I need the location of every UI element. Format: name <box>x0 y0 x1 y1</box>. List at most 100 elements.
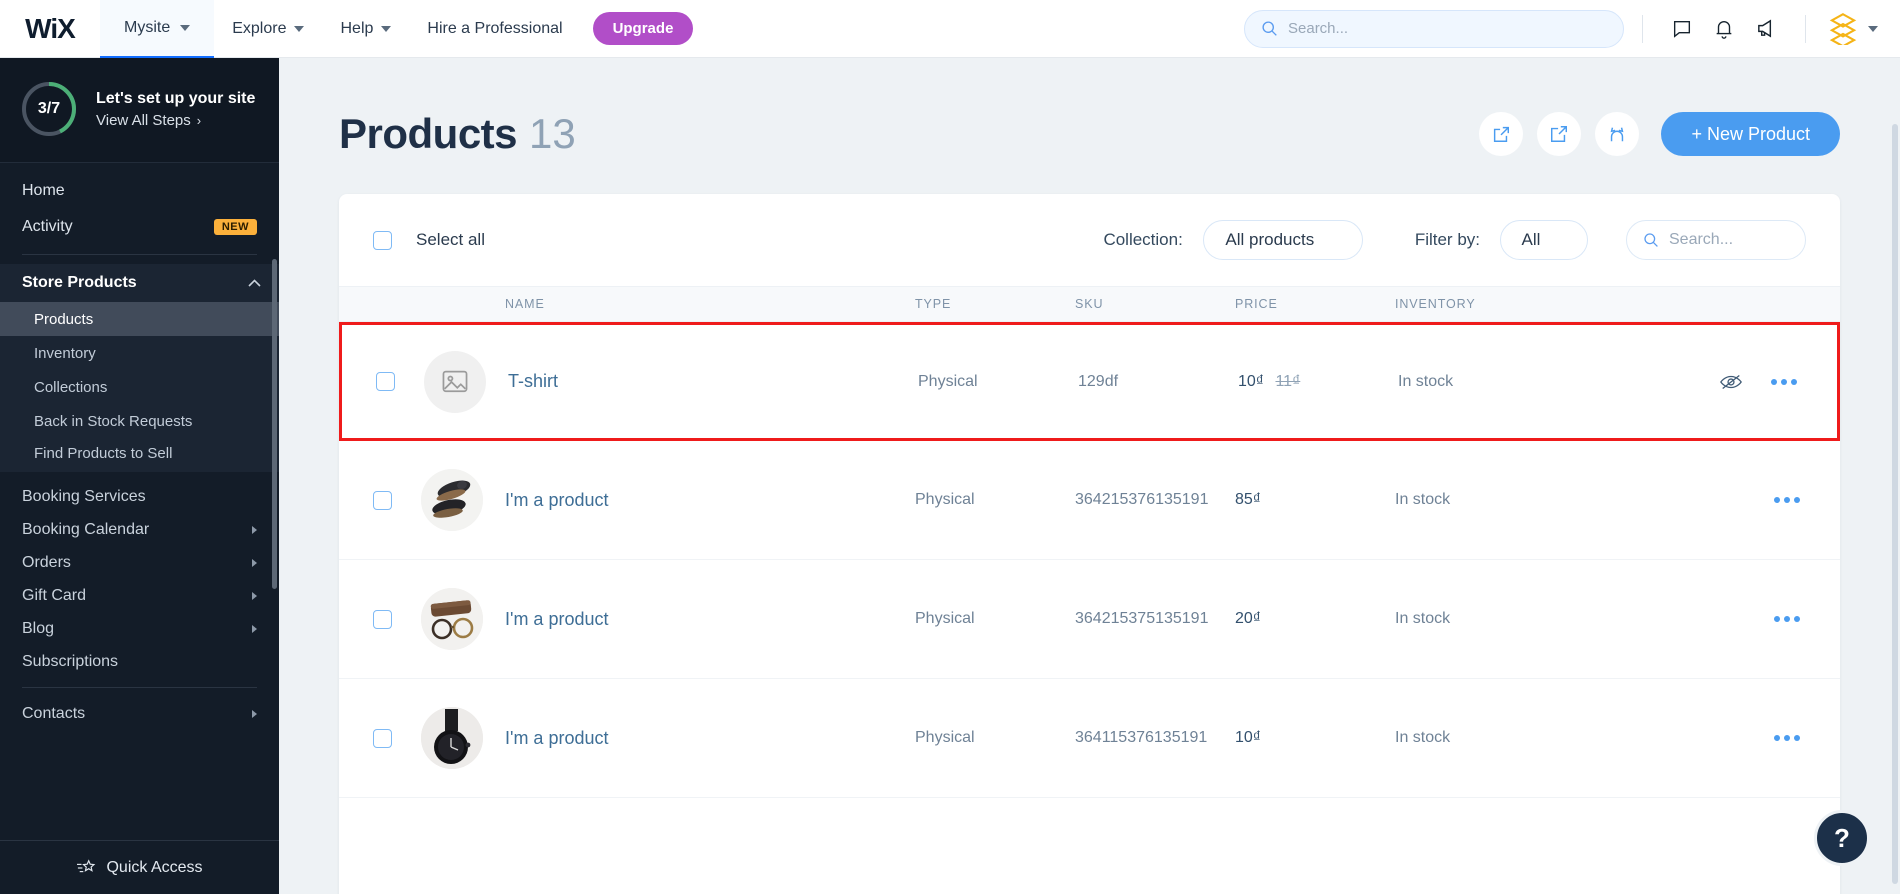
chevron-right-icon: › <box>197 113 201 128</box>
main-content: Products 13 + New Product Select all C <box>279 58 1900 894</box>
row-checkbox[interactable] <box>373 610 392 629</box>
chevron-down-icon <box>180 25 190 31</box>
table-row[interactable]: T-shirt Physical 129df 10₫ 11₫ In stock <box>339 322 1840 441</box>
product-type: Physical <box>915 729 1075 747</box>
upgrade-button[interactable]: Upgrade <box>593 12 694 45</box>
row-checkbox-cell <box>339 491 421 510</box>
nav-help-label: Help <box>340 20 373 38</box>
filter-by-dropdown[interactable]: All <box>1500 220 1588 260</box>
sidebar-item-collections[interactable]: Collections <box>0 370 279 404</box>
sidebar-item-products[interactable]: Products <box>0 302 279 336</box>
product-name[interactable]: I'm a product <box>505 728 915 749</box>
top-header: WiX Mysite Explore Help Hire a Professio… <box>0 0 1900 58</box>
row-checkbox[interactable] <box>373 491 392 510</box>
product-name[interactable]: I'm a product <box>505 609 915 630</box>
sidebar-item-gift-card[interactable]: Gift Card <box>0 579 279 612</box>
sidebar-group-header[interactable]: Store Products <box>0 264 279 302</box>
page-title: Products <box>339 110 517 158</box>
product-thumbnail[interactable] <box>424 351 486 413</box>
row-more-actions-button[interactable] <box>1774 497 1800 503</box>
sidebar-item-back-in-stock-requests[interactable]: Back in Stock Requests <box>0 404 279 438</box>
chat-icon[interactable] <box>1661 8 1703 50</box>
product-name[interactable]: T-shirt <box>508 371 918 392</box>
sidebar-item-booking-services[interactable]: Booking Services <box>0 480 279 513</box>
collection-filter-value: All products <box>1225 230 1314 250</box>
view-all-steps-link[interactable]: View All Steps › <box>96 112 255 129</box>
sidebar-item-find-products-to-sell[interactable]: Find Products to Sell <box>0 438 279 472</box>
sidebar-item-home[interactable]: Home <box>0 173 279 209</box>
product-thumbnail[interactable] <box>421 588 483 650</box>
products-card: Select all Collection: All products Filt… <box>339 194 1840 894</box>
sidebar-item-inventory[interactable]: Inventory <box>0 336 279 370</box>
column-header-sku: SKU <box>1075 297 1235 311</box>
hidden-product-icon[interactable] <box>1719 372 1743 392</box>
sidebar-item-contacts[interactable]: Contacts <box>0 697 279 730</box>
setup-progress-text: 3/7 <box>18 78 80 140</box>
chevron-right-icon <box>252 710 257 718</box>
nav-explore-label: Explore <box>232 20 286 38</box>
row-checkbox[interactable] <box>376 372 395 391</box>
chevron-up-icon <box>248 279 261 288</box>
row-thumbnail-cell <box>421 588 505 650</box>
help-button[interactable]: ? <box>1814 810 1870 866</box>
row-more-actions-button[interactable] <box>1771 379 1797 385</box>
nav-help[interactable]: Help <box>322 0 409 58</box>
row-checkbox[interactable] <box>373 729 392 748</box>
row-more-actions-button[interactable] <box>1774 735 1800 741</box>
page-header: Products 13 + New Product <box>279 58 1900 158</box>
sidebar-nav: Home Activity NEW Store Products Product… <box>0 163 279 840</box>
row-more-actions-button[interactable] <box>1774 616 1800 622</box>
product-price-original: 11₫ <box>1275 373 1300 390</box>
quick-access-button[interactable]: Quick Access <box>0 840 279 894</box>
row-checkbox-cell <box>342 372 424 391</box>
page-scrollbar[interactable] <box>1892 124 1898 884</box>
sidebar-item-booking-calendar[interactable]: Booking Calendar <box>0 513 279 546</box>
site-selector[interactable]: Mysite <box>100 0 214 58</box>
bell-icon[interactable] <box>1703 8 1745 50</box>
product-price: 20₫ <box>1235 610 1261 627</box>
page-product-count: 13 <box>529 110 576 158</box>
sidebar-item-subscriptions[interactable]: Subscriptions <box>0 645 279 678</box>
select-all-checkbox[interactable] <box>373 231 392 250</box>
global-search-input[interactable]: Search... <box>1244 10 1624 48</box>
select-all-label: Select all <box>416 230 485 250</box>
setup-progress-ring: 3/7 <box>18 78 80 140</box>
sidebar-item-activity[interactable]: Activity NEW <box>0 209 279 245</box>
product-thumbnail[interactable] <box>421 707 483 769</box>
sidebar-item-orders[interactable]: Orders <box>0 546 279 579</box>
column-header-price: PRICE <box>1235 297 1395 311</box>
account-menu[interactable] <box>1824 13 1900 45</box>
table-row[interactable]: I'm a product Physical 364215375135191 2… <box>339 560 1840 679</box>
wix-logo[interactable]: WiX <box>0 13 100 45</box>
product-thumbnail[interactable] <box>421 469 483 531</box>
nav-hire-a-professional[interactable]: Hire a Professional <box>409 0 580 58</box>
product-price-cell: 20₫ <box>1235 610 1395 628</box>
sidebar-item-booking-services-label: Booking Services <box>22 488 257 506</box>
setup-progress-card[interactable]: 3/7 Let's set up your site View All Step… <box>0 58 279 163</box>
sidebar-item-back-in-stock-label: Back in Stock Requests <box>34 413 192 430</box>
collection-filter-dropdown[interactable]: All products <box>1203 220 1363 260</box>
row-checkbox-cell <box>339 729 421 748</box>
nav-explore[interactable]: Explore <box>214 0 322 58</box>
new-product-button[interactable]: + New Product <box>1661 112 1840 156</box>
reorder-products-button[interactable] <box>1595 112 1639 156</box>
product-type: Physical <box>918 373 1078 391</box>
header-divider-2 <box>1805 15 1806 43</box>
products-search-placeholder: Search... <box>1669 231 1733 249</box>
sidebar-item-blog[interactable]: Blog <box>0 612 279 645</box>
row-actions <box>1695 497 1840 503</box>
product-sku: 364115376135191 <box>1075 729 1235 747</box>
product-sku: 364215376135191 <box>1075 491 1235 509</box>
table-row[interactable]: I'm a product Physical 364215376135191 8… <box>339 441 1840 560</box>
products-search-input[interactable]: Search... <box>1626 220 1806 260</box>
megaphone-icon[interactable] <box>1745 8 1787 50</box>
row-actions <box>1695 616 1840 622</box>
product-name[interactable]: I'm a product <box>505 490 915 511</box>
import-products-button[interactable] <box>1479 112 1523 156</box>
setup-text-block: Let's set up your site View All Steps › <box>96 89 255 129</box>
row-actions <box>1698 372 1837 392</box>
export-products-button[interactable] <box>1537 112 1581 156</box>
sidebar-item-products-label: Products <box>34 311 93 328</box>
product-sku: 364215375135191 <box>1075 610 1235 628</box>
table-row[interactable]: I'm a product Physical 364115376135191 1… <box>339 679 1840 798</box>
